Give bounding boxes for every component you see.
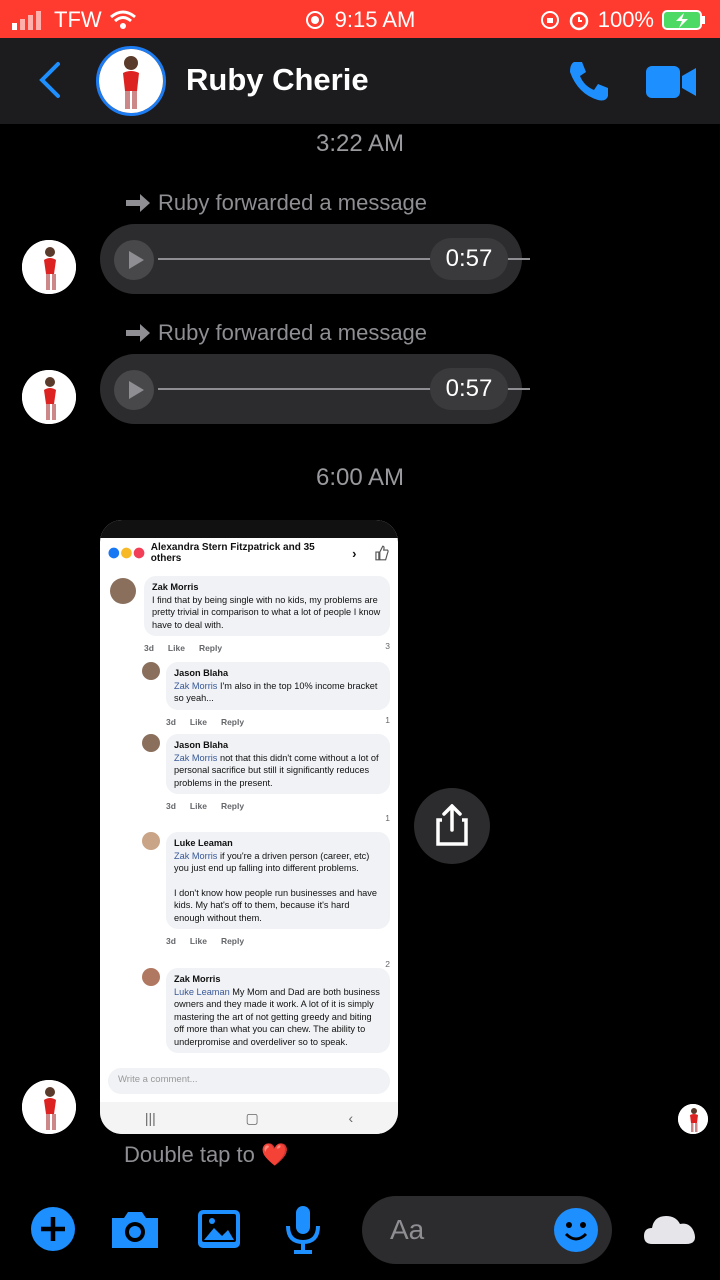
comment: Zak Morris Luke Leaman My Mom and Dad are…: [166, 968, 390, 1053]
reaction-count: 1: [385, 715, 390, 725]
play-icon[interactable]: [114, 240, 154, 280]
comment-text-continued: I don't know how people run businesses a…: [174, 887, 377, 923]
image-status-bar: [100, 520, 398, 538]
forward-arrow-icon: [126, 194, 150, 212]
like-link: Like: [189, 716, 207, 727]
audio-duration: 0:57: [430, 368, 508, 410]
reactions-row: Alexandra Stern Fitzpatrick and 35 other…: [100, 538, 398, 568]
comment-age: 3d: [166, 936, 176, 946]
forwarded-label: Ruby forwarded a message: [158, 320, 428, 345]
forward-arrow-icon: [126, 324, 150, 342]
comment: Zak Morris I find that by being single wi…: [144, 576, 390, 655]
commenter-name: Jason Blaha: [174, 740, 229, 750]
video-call-icon[interactable]: [646, 64, 698, 100]
reaction-icons: [108, 547, 145, 559]
comment-text: I find that by being single with no kids…: [152, 594, 381, 630]
gallery-icon[interactable]: [192, 1202, 246, 1256]
home-icon: ▢: [245, 1109, 259, 1126]
play-icon[interactable]: [114, 370, 154, 410]
forwarded-label: Ruby forwarded a message: [158, 190, 428, 215]
commenter-avatar: [142, 734, 160, 752]
camera-icon[interactable]: [108, 1202, 162, 1256]
contact-name[interactable]: Ruby Cherie: [186, 62, 369, 98]
battery-percent: 100%: [597, 7, 654, 32]
cloud-icon[interactable]: [642, 1202, 698, 1256]
comment-mention: Zak Morris: [174, 680, 218, 691]
write-comment-field: Write a comment...: [108, 1068, 390, 1094]
double-tap-hint: Double tap to ❤️: [124, 1142, 289, 1167]
screen-record-icon: [305, 11, 324, 29]
share-icon: [436, 804, 468, 846]
android-nav-bar: ||| ▢ ‹: [100, 1102, 398, 1134]
shared-image-message[interactable]: Alexandra Stern Fitzpatrick and 35 other…: [100, 520, 398, 1134]
comment: Jason Blaha Zak Morris not that this didn…: [166, 734, 390, 823]
audio-message[interactable]: 0:57: [100, 224, 530, 294]
recents-icon: |||: [144, 1110, 156, 1126]
comment-age: 3d: [144, 643, 154, 653]
conversation-header: Ruby Cherie: [0, 38, 720, 124]
timestamp: 3:22 AM: [315, 130, 405, 157]
message-input[interactable]: Aa: [362, 1196, 612, 1264]
back-icon: ‹: [348, 1110, 354, 1126]
commenter-name: Zak Morris: [174, 974, 221, 984]
comment: Jason Blaha Zak Morris I'm also in the to…: [166, 662, 390, 728]
comment-age: 3d: [166, 801, 176, 811]
reply-link: Reply: [220, 801, 245, 811]
reply-link: Reply: [198, 643, 223, 653]
commenter-name: Zak Morris: [152, 582, 199, 592]
reactions-text: Alexandra Stern Fitzpatrick and 35 other…: [150, 542, 315, 564]
emoji-icon[interactable]: [554, 1208, 598, 1252]
battery-charging-icon: [662, 10, 705, 30]
comment-mention: Zak Morris: [174, 850, 218, 861]
reply-link: Reply: [220, 716, 245, 727]
timestamp: 6:00 AM: [315, 464, 405, 491]
forwarded-indicator: Ruby forwarded a message: [126, 190, 427, 216]
status-bar: TFW 9:15 AM 100%: [0, 0, 720, 38]
phone-call-icon[interactable]: [566, 58, 612, 104]
sender-avatar[interactable]: [22, 370, 76, 424]
commenter-avatar: [142, 832, 160, 850]
rotation-lock-icon: [540, 11, 559, 29]
message-placeholder: Aa: [390, 1214, 425, 1245]
reaction-count: 1: [385, 813, 390, 823]
share-button[interactable]: [414, 788, 490, 864]
alarm-icon: [569, 11, 588, 31]
read-receipt-avatar: [678, 1104, 708, 1134]
like-link: Like: [189, 936, 207, 946]
reaction-count: 3: [385, 641, 390, 651]
chevron-right-icon: ›: [352, 545, 357, 561]
audio-message[interactable]: 0:57: [100, 354, 530, 424]
comment-mention: Zak Morris: [174, 752, 218, 763]
comment-mention: Luke Leaman: [174, 986, 230, 997]
commenter-avatar: [142, 968, 160, 986]
forwarded-indicator: Ruby forwarded a message: [126, 320, 427, 346]
composer-bar: Aa: [0, 1190, 720, 1280]
sender-avatar[interactable]: [22, 240, 76, 294]
like-icon: [375, 545, 390, 561]
commenter-name: Jason Blaha: [174, 668, 229, 678]
comment-age: 3d: [166, 716, 176, 727]
sender-avatar[interactable]: [22, 1080, 76, 1134]
contact-avatar[interactable]: [96, 46, 166, 116]
microphone-icon[interactable]: [276, 1202, 330, 1256]
commenter-avatar: [142, 662, 160, 680]
back-arrow-icon[interactable]: [34, 60, 64, 100]
like-link: Like: [167, 643, 185, 653]
comment: Luke Leaman Zak Morris if you're a driven…: [166, 832, 390, 969]
plus-icon[interactable]: [26, 1202, 80, 1256]
like-link: Like: [189, 801, 207, 811]
audio-duration: 0:57: [430, 238, 508, 280]
reply-link: Reply: [220, 936, 245, 946]
commenter-name: Luke Leaman: [174, 838, 233, 848]
commenter-avatar: [110, 578, 136, 604]
clock: 9:15 AM: [334, 7, 416, 32]
